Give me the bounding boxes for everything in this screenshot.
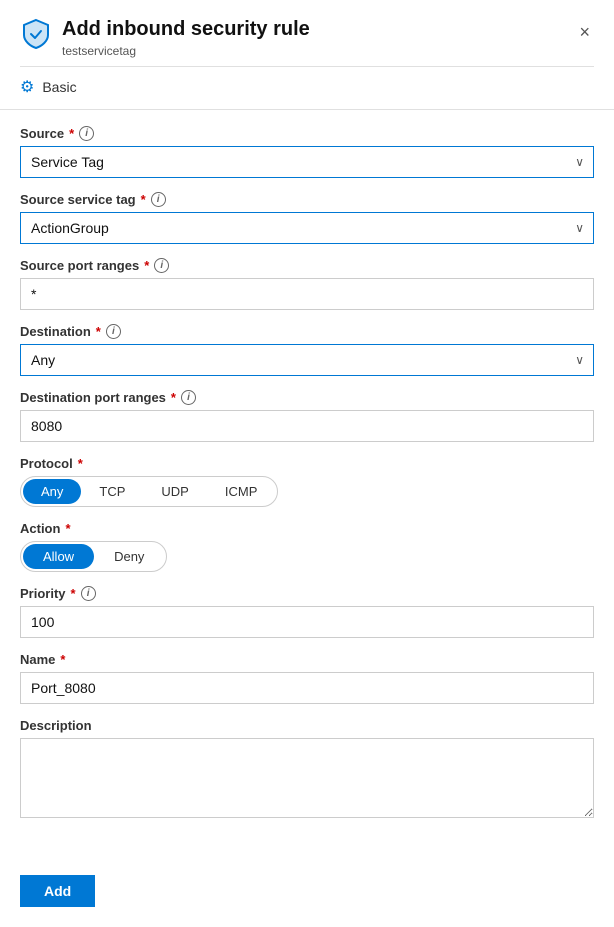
destination-required: * [96,324,101,339]
subtitle: testservicetag [62,44,310,58]
protocol-group: Protocol * Any TCP UDP ICMP [20,456,594,507]
destination-label: Destination * i [20,324,594,339]
priority-label-text: Priority [20,586,66,601]
action-toggle-group: Allow Deny [20,541,167,572]
source-group: Source * i Service Tag Any IP Addresses … [20,126,594,178]
protocol-udp-button[interactable]: UDP [143,479,206,504]
priority-group: Priority * i [20,586,594,638]
destination-select-wrapper: Any IP Addresses Service Tag Application… [20,344,594,376]
action-label-text: Action [20,521,60,536]
add-button[interactable]: Add [20,875,95,907]
source-label-text: Source [20,126,64,141]
name-group: Name * [20,652,594,704]
destination-port-ranges-input[interactable] [20,410,594,442]
source-label: Source * i [20,126,594,141]
action-allow-button[interactable]: Allow [23,544,94,569]
description-label: Description [20,718,594,733]
description-textarea[interactable] [20,738,594,818]
protocol-tcp-button[interactable]: TCP [81,479,143,504]
description-group: Description [20,718,594,821]
source-info-icon[interactable]: i [79,126,94,141]
source-service-tag-select[interactable]: ActionGroup ApiManagement AppService Azu… [20,212,594,244]
source-port-info-icon[interactable]: i [154,258,169,273]
tab-label: Basic [42,79,76,95]
destination-port-required: * [171,390,176,405]
footer: Add [0,855,614,927]
priority-info-icon[interactable]: i [81,586,96,601]
protocol-any-button[interactable]: Any [23,479,81,504]
action-deny-button[interactable]: Deny [94,544,164,569]
destination-info-icon[interactable]: i [106,324,121,339]
name-label: Name * [20,652,594,667]
source-port-ranges-group: Source port ranges * i [20,258,594,310]
header-text: Add inbound security rule testservicetag [62,16,310,58]
source-service-tag-label-text: Source service tag [20,192,136,207]
source-port-ranges-label: Source port ranges * i [20,258,594,273]
source-service-tag-info-icon[interactable]: i [151,192,166,207]
header: Add inbound security rule testservicetag… [0,0,614,66]
shield-icon [20,18,52,50]
source-select-wrapper: Service Tag Any IP Addresses My IP addre… [20,146,594,178]
page-title: Add inbound security rule [62,16,310,42]
destination-group: Destination * i Any IP Addresses Service… [20,324,594,376]
source-port-ranges-input[interactable] [20,278,594,310]
protocol-required: * [78,456,83,471]
protocol-icmp-button[interactable]: ICMP [207,479,276,504]
destination-port-ranges-label: Destination port ranges * i [20,390,594,405]
wrench-icon: ⚙ [20,77,34,97]
name-input[interactable] [20,672,594,704]
section-tab: ⚙ Basic [0,67,614,109]
priority-label: Priority * i [20,586,594,601]
destination-port-info-icon[interactable]: i [181,390,196,405]
panel: Add inbound security rule testservicetag… [0,0,614,927]
priority-input[interactable] [20,606,594,638]
header-left: Add inbound security rule testservicetag [20,16,310,58]
close-button[interactable]: × [575,18,594,47]
action-label: Action * [20,521,594,536]
source-service-tag-label: Source service tag * i [20,192,594,207]
source-required: * [69,126,74,141]
action-required: * [65,521,70,536]
source-select[interactable]: Service Tag Any IP Addresses My IP addre… [20,146,594,178]
source-port-ranges-label-text: Source port ranges [20,258,139,273]
protocol-label-text: Protocol [20,456,73,471]
destination-port-ranges-group: Destination port ranges * i [20,390,594,442]
destination-label-text: Destination [20,324,91,339]
form-body: Source * i Service Tag Any IP Addresses … [0,110,614,855]
priority-required: * [71,586,76,601]
action-group: Action * Allow Deny [20,521,594,572]
destination-port-ranges-label-text: Destination port ranges [20,390,166,405]
source-service-tag-group: Source service tag * i ActionGroup ApiMa… [20,192,594,244]
source-port-required: * [144,258,149,273]
source-service-tag-select-wrapper: ActionGroup ApiManagement AppService Azu… [20,212,594,244]
protocol-label: Protocol * [20,456,594,471]
name-required: * [60,652,65,667]
destination-select[interactable]: Any IP Addresses Service Tag Application… [20,344,594,376]
name-label-text: Name [20,652,55,667]
protocol-toggle-group: Any TCP UDP ICMP [20,476,278,507]
source-service-tag-required: * [141,192,146,207]
description-label-text: Description [20,718,92,733]
